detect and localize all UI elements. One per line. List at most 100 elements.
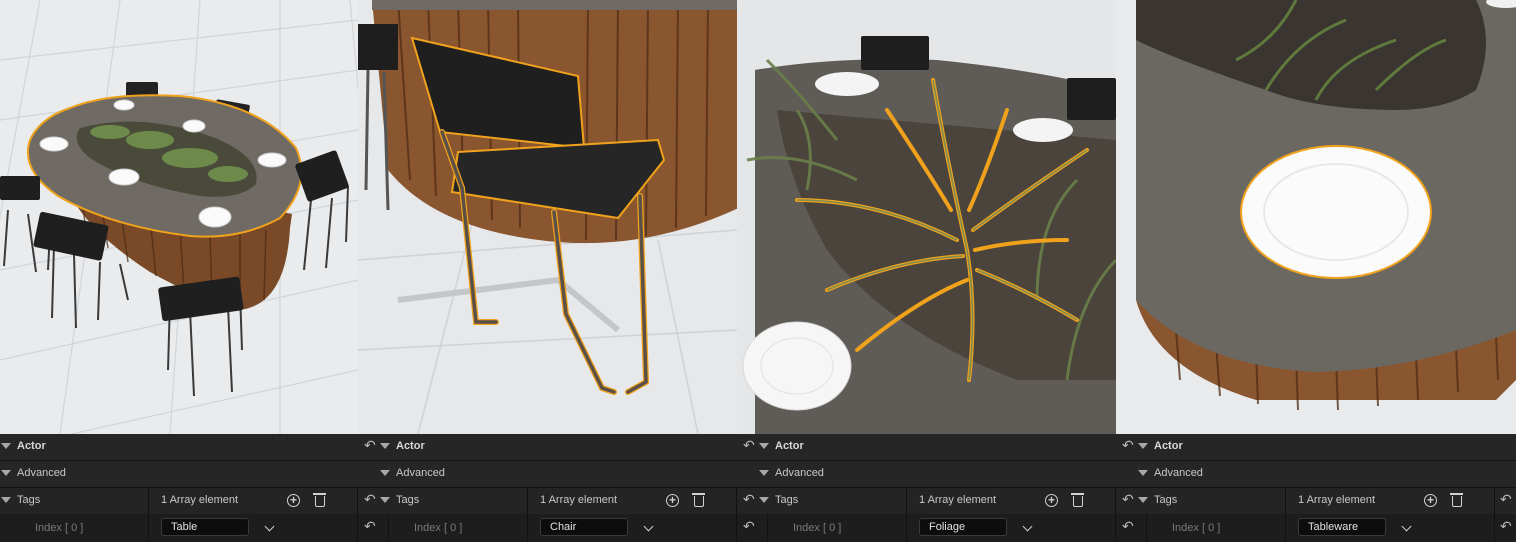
expand-triangle-icon[interactable] [1138,497,1148,503]
array-count-label: 1 Array element [1298,494,1376,506]
array-count-label: 1 Array element [161,494,239,506]
category-actor[interactable]: ↶ Actor [1116,434,1516,461]
column-table: Actor Advanced Tags 1 Array element + In… [0,0,358,542]
delete-all-icon[interactable] [1450,493,1463,507]
category-actor-label: Actor [17,440,46,452]
tags-row: ↶ Tags 1 Array element + ↶ [1116,488,1516,515]
details-panel-table: Actor Advanced Tags 1 Array element + In… [0,434,358,542]
column-divider [148,488,149,514]
delete-all-icon[interactable] [692,493,705,507]
category-advanced-label: Advanced [396,467,445,479]
expand-triangle-icon [1,443,11,449]
column-divider [1494,514,1495,542]
column-divider [906,488,907,514]
array-count-label: 1 Array element [919,494,997,506]
index-label: Index [ 0 ] [1172,522,1221,534]
viewport-foliage-scene [737,0,1116,434]
details-panel-tableware: ↶ Actor Advanced ↶ Tags 1 Array element … [1116,434,1516,542]
category-actor[interactable]: Actor [0,434,358,461]
reset-to-default-icon[interactable]: ↶ [364,438,376,452]
category-advanced[interactable]: Advanced [358,461,737,488]
expand-triangle-icon [759,443,769,449]
column-divider [767,514,768,542]
column-foliage: ↶ Actor Advanced ↶ Tags 1 Array element … [737,0,1116,542]
expand-triangle-icon [380,443,390,449]
index-label: Index [ 0 ] [793,522,842,534]
array-count-label: 1 Array element [540,494,618,506]
category-actor[interactable]: ↶ Actor [358,434,737,461]
viewport-foliage[interactable] [737,0,1116,434]
reset-to-default-icon[interactable]: ↶ [1500,492,1512,506]
tag-value-field[interactable]: Chair [540,518,628,536]
chevron-down-icon[interactable] [1022,521,1033,532]
column-divider [1494,488,1495,514]
chevron-down-icon[interactable] [643,521,654,532]
category-advanced[interactable]: Advanced [1116,461,1516,488]
category-actor-label: Actor [396,440,425,452]
viewport-chair[interactable] [358,0,737,434]
reset-to-default-icon[interactable]: ↶ [743,492,755,506]
delete-all-icon[interactable] [313,493,326,507]
category-advanced[interactable]: Advanced [0,461,358,488]
reset-to-default-icon[interactable]: ↶ [1122,492,1134,506]
add-element-icon[interactable]: + [666,494,679,507]
tag-value-field[interactable]: Tableware [1298,518,1386,536]
reset-to-default-icon[interactable]: ↶ [364,519,376,533]
tags-row: Tags 1 Array element + [0,488,358,515]
add-element-icon[interactable]: + [1045,494,1058,507]
index-row: Index [ 0 ] Table [0,514,358,542]
column-tableware: ↶ Actor Advanced ↶ Tags 1 Array element … [1116,0,1516,542]
column-divider [527,514,528,542]
delete-all-icon[interactable] [1071,493,1084,507]
details-panel-chair: ↶ Actor Advanced ↶ Tags 1 Array element … [358,434,737,542]
expand-triangle-icon[interactable] [759,497,769,503]
tags-label: Tags [775,494,799,506]
chevron-down-icon[interactable] [1401,521,1412,532]
reset-to-default-icon[interactable]: ↶ [364,492,376,506]
column-divider [1146,514,1147,542]
expand-triangle-icon [1138,470,1148,476]
viewport-table[interactable] [0,0,358,434]
reset-to-default-icon[interactable]: ↶ [1122,519,1134,533]
reset-to-default-icon[interactable]: ↶ [1122,438,1134,452]
expand-triangle-icon [380,470,390,476]
reset-to-default-icon[interactable]: ↶ [743,519,755,533]
expand-triangle-icon[interactable] [1,497,11,503]
tags-label: Tags [17,494,41,506]
expand-triangle-icon [1138,443,1148,449]
details-panel-foliage: ↶ Actor Advanced ↶ Tags 1 Array element … [737,434,1116,542]
category-actor-label: Actor [1154,440,1183,452]
tag-value-field[interactable]: Foliage [919,518,1007,536]
expand-triangle-icon[interactable] [380,497,390,503]
category-advanced-label: Advanced [1154,467,1203,479]
tags-row: ↶ Tags 1 Array element + [358,488,737,515]
add-element-icon[interactable]: + [1424,494,1437,507]
index-label: Index [ 0 ] [35,522,84,534]
chevron-down-icon[interactable] [264,521,275,532]
index-row: ↶ Index [ 0 ] Foliage [737,514,1116,542]
viewport-table-scene [0,0,358,434]
tags-label: Tags [1154,494,1178,506]
index-row: ↶ Index [ 0 ] Tableware ↶ [1116,514,1516,542]
editor-screenshot-strip: Actor Advanced Tags 1 Array element + In… [0,0,1516,542]
viewport-tableware[interactable] [1116,0,1516,434]
index-row: ↶ Index [ 0 ] Chair [358,514,737,542]
category-actor-label: Actor [775,440,804,452]
column-chair: ↶ Actor Advanced ↶ Tags 1 Array element … [358,0,737,542]
category-advanced[interactable]: Advanced [737,461,1116,488]
reset-to-default-icon[interactable]: ↶ [743,438,755,452]
category-advanced-label: Advanced [775,467,824,479]
viewport-chair-scene [358,0,737,434]
column-divider [1285,514,1286,542]
column-divider [148,514,149,542]
tags-label: Tags [396,494,420,506]
add-element-icon[interactable]: + [287,494,300,507]
column-divider [1285,488,1286,514]
column-divider [388,514,389,542]
tag-value-field[interactable]: Table [161,518,249,536]
tags-row: ↶ Tags 1 Array element + [737,488,1116,515]
reset-to-default-icon[interactable]: ↶ [1500,519,1512,533]
column-divider [527,488,528,514]
viewport-tableware-scene [1116,0,1516,434]
category-actor[interactable]: ↶ Actor [737,434,1116,461]
